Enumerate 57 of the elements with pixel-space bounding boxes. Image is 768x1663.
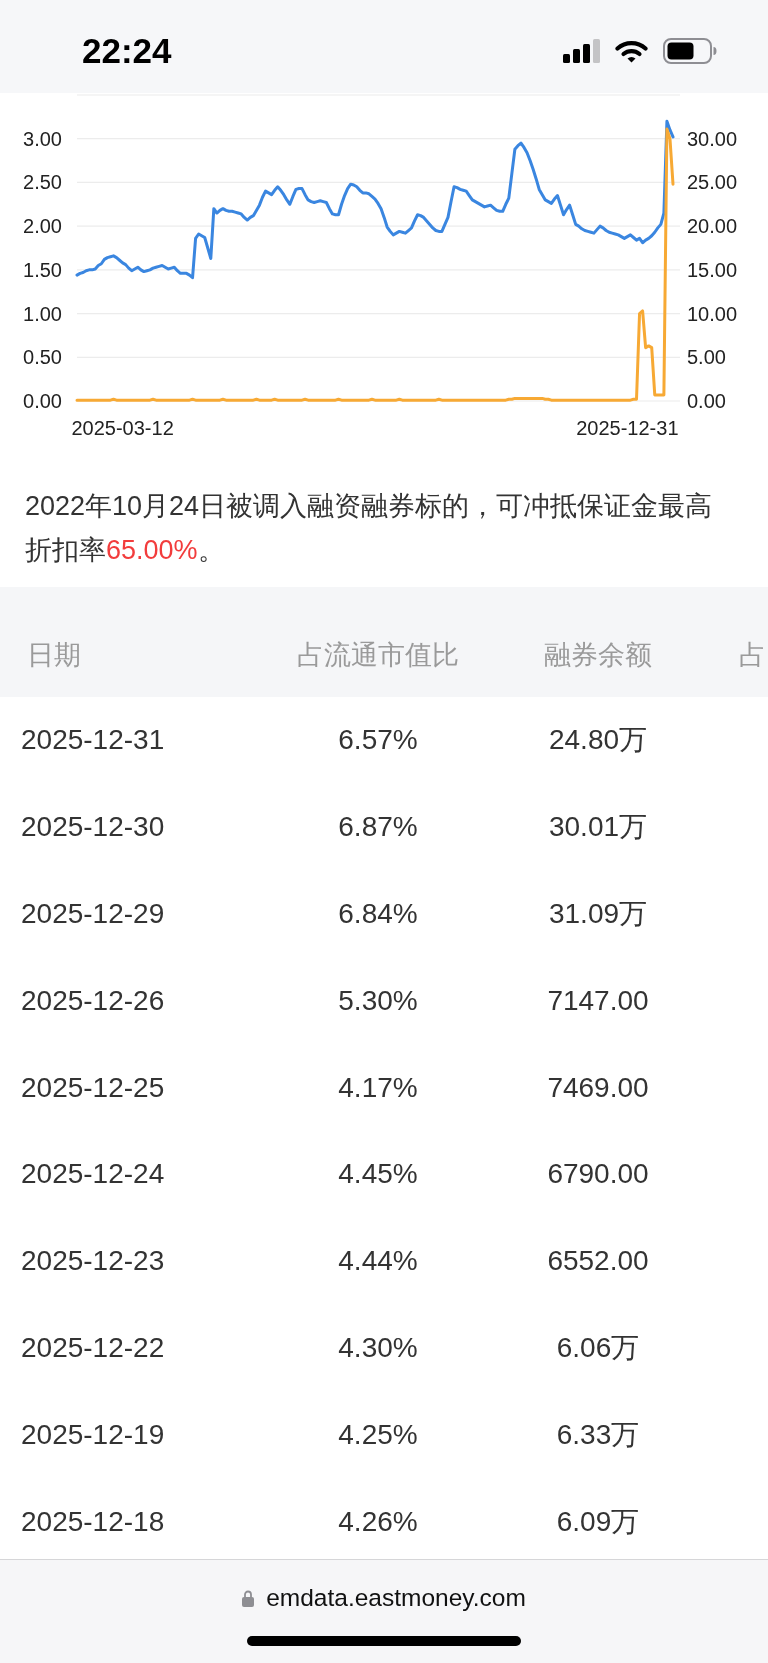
axis-label: 10.00 xyxy=(687,302,738,325)
axis-label: 1.00 xyxy=(23,302,62,325)
table-cell-text: 31.09万 xyxy=(547,897,649,931)
table-cell-text: 2025-12-23 xyxy=(20,1244,166,1279)
table-cell-text: 7147.00 xyxy=(546,983,650,1018)
axis-label: 2025-12-31 xyxy=(576,417,679,439)
table-cell-text: 6.06万 xyxy=(555,1330,641,1365)
column-header: 占流通市值比 xyxy=(296,641,460,669)
table-cell-text: 4.26% xyxy=(337,1504,419,1539)
axis-label: 1.50 xyxy=(23,258,62,281)
table-cell-text: 5.30% xyxy=(337,983,419,1018)
battery-icon xyxy=(663,37,717,64)
table-cell-text: 6.84% xyxy=(337,897,419,931)
table-cell-text: 6552.00 xyxy=(546,1244,650,1279)
axis-label: 2.00 xyxy=(23,215,62,238)
column-header: 占 xyxy=(738,641,767,669)
table-cell-text: 2025-12-29 xyxy=(20,897,166,931)
table-cell-text: 6.57% xyxy=(337,723,419,758)
column-header: 融券余额 xyxy=(543,641,653,669)
table-cell-text: 4.45% xyxy=(337,1157,419,1192)
info-text: 2022年10月24日被调入融资融券标的，可冲抵保证金最高折扣率65.00%。 xyxy=(25,490,714,567)
axis-label: 0.00 xyxy=(23,390,62,412)
table-cell-text: 6790.00 xyxy=(546,1157,650,1192)
table-cell-text: 7469.00 xyxy=(546,1070,650,1105)
column-header: 日期 xyxy=(26,641,82,669)
table-cell-text: 2025-12-22 xyxy=(20,1330,166,1365)
table-cell-text: 2025-12-24 xyxy=(20,1157,166,1192)
table-cell-text: 6.09万 xyxy=(555,1504,641,1539)
table-cell-text: 6.33万 xyxy=(555,1417,641,1452)
wifi-icon xyxy=(615,38,648,63)
axis-label: 25.00 xyxy=(687,171,738,194)
axis-label: 2025-03-12 xyxy=(71,417,174,439)
table-cell-text: 4.44% xyxy=(337,1244,419,1279)
signal-icon xyxy=(563,38,600,63)
axis-label: 0.50 xyxy=(23,346,62,369)
url-text[interactable]: emdata.eastmoney.com xyxy=(266,1583,526,1613)
axis-label: 15.00 xyxy=(687,258,738,281)
table-cell-text: 2025-12-19 xyxy=(20,1417,166,1452)
table-cell-text: 4.25% xyxy=(337,1417,419,1452)
table-cell-text: 2025-12-30 xyxy=(20,810,166,845)
axis-label: 2.50 xyxy=(23,171,62,194)
table-cell-text: 6.87% xyxy=(337,810,419,845)
table-cell-text: 2025-12-31 xyxy=(20,723,166,758)
table-cell-text: 30.01万 xyxy=(547,810,649,845)
table-cell-text: 4.30% xyxy=(337,1330,419,1365)
table-cell-text: 2025-12-18 xyxy=(20,1504,166,1539)
lock-icon xyxy=(242,1589,255,1607)
axis-label: 3.00 xyxy=(23,127,62,150)
axis-label: 5.00 xyxy=(687,346,726,369)
table-cell-text: 4.17% xyxy=(337,1070,419,1105)
axis-label: 20.00 xyxy=(687,215,738,238)
table-cell-text: 24.80万 xyxy=(547,723,649,758)
axis-label: 0.00 xyxy=(687,390,726,412)
table-cell-text: 2025-12-26 xyxy=(20,983,166,1018)
table-cell-text: 2025-12-25 xyxy=(20,1070,166,1105)
axis-label: 30.00 xyxy=(687,127,738,150)
status-time: 22:24 xyxy=(82,30,172,71)
